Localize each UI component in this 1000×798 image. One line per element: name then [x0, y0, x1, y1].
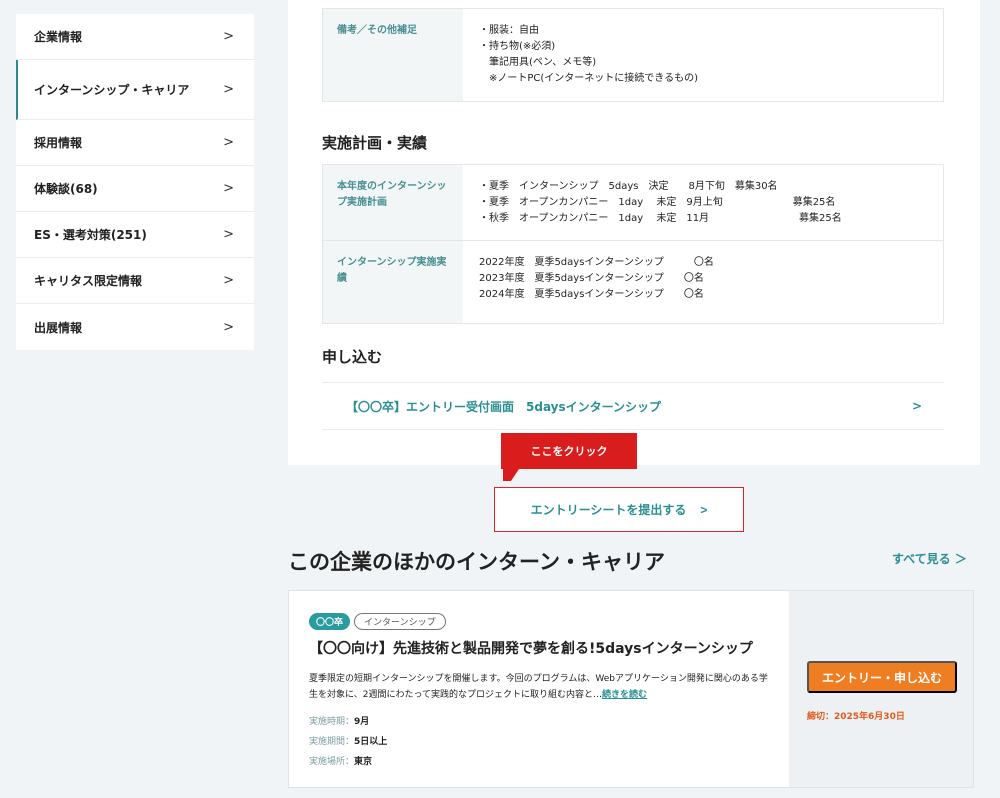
- sidebar-item-label: ES・選考対策(251): [34, 228, 147, 242]
- graduation-year-badge: 〇〇卒: [309, 613, 351, 630]
- apply-section-title: 申し込む: [322, 348, 383, 366]
- plan-table: 本年度のインターンシップ実施計画 ・夏季 インターンシップ 5days 決定 8…: [322, 164, 944, 324]
- card-description-text: 夏季限定の短期インターンシップを開催します。今回のプログラムは、Webアプリケー…: [309, 674, 768, 700]
- meta-value: 9月: [354, 716, 370, 727]
- card-title[interactable]: 【〇〇向け】先進技術と製品開発で夢を創る!5daysインターンシップ: [309, 638, 769, 658]
- chevron-right-icon: >: [223, 319, 234, 335]
- sidebar-item-recruitment[interactable]: 採用情報 >: [16, 120, 254, 166]
- see-all-link[interactable]: すべて見る ＞: [892, 550, 967, 567]
- meta-duration: 実施期間：5日以上: [309, 734, 769, 747]
- sidebar-item-label: キャリタス限定情報: [34, 274, 143, 288]
- plan-row-content: ・夏季 インターンシップ 5days 決定 8月下旬 募集30名 ・夏季 オープ…: [463, 165, 943, 240]
- results-line: 2022年度 夏季5daysインターンシップ 〇名: [479, 257, 714, 268]
- card-action-panel: エントリー・申し込む 締切：2025年6月30日: [789, 591, 973, 787]
- meta-key: 実施場所：: [309, 756, 355, 767]
- chevron-right-icon: >: [223, 135, 234, 150]
- notes-content: ・服装：自由 ・持ち物(※必須) 筆記用具(ペン、メモ等) ※ノートPC(インタ…: [463, 9, 943, 101]
- internship-card: 〇〇卒 インターンシップ 【〇〇向け】先進技術と製品開発で夢を創る!5daysイ…: [288, 590, 974, 788]
- results-row: インターンシップ実施実績 2022年度 夏季5daysインターンシップ 〇名 2…: [323, 241, 943, 323]
- sidebar-item-es-selection[interactable]: ES・選考対策(251) >: [16, 212, 254, 258]
- chevron-right-icon: >: [223, 181, 234, 196]
- results-line: 2024年度 夏季5daysインターンシップ 〇名: [479, 289, 704, 300]
- card-badges: 〇〇卒 インターンシップ: [309, 613, 769, 630]
- entry-page-link[interactable]: 【〇〇卒】エントリー受付画面 5daysインターンシップ >: [322, 382, 944, 430]
- chevron-right-icon: >: [223, 29, 234, 44]
- sidebar-item-company-info[interactable]: 企業情報 >: [16, 14, 254, 60]
- chevron-right-icon: >: [223, 227, 234, 242]
- chevron-right-icon: >: [223, 82, 234, 97]
- sidebar-item-label: 企業情報: [34, 30, 83, 44]
- category-badge: インターンシップ: [354, 613, 446, 630]
- chevron-right-icon: >: [700, 502, 708, 517]
- notes-line: ・服装：自由: [479, 25, 539, 36]
- chevron-right-icon: >: [223, 273, 234, 288]
- chevron-right-icon: >: [911, 399, 922, 413]
- sidebar-item-exclusive-info[interactable]: キャリタス限定情報 >: [16, 258, 254, 304]
- sidebar-item-exhibition[interactable]: 出展情報 >: [16, 304, 254, 350]
- sidebar-item-label: 出展情報: [34, 320, 83, 335]
- plan-section-title: 実施計画・実績: [322, 134, 428, 152]
- submit-entry-sheet-button[interactable]: エントリーシートを提出する >: [494, 487, 744, 532]
- notes-table: 備考／その他補足 ・服装：自由 ・持ち物(※必須) 筆記用具(ペン、メモ等) ※…: [322, 8, 944, 102]
- plan-line: ・秋季 オープンカンパニー 1day 未定 11月 募集25名: [479, 213, 842, 224]
- plan-line: ・夏季 インターンシップ 5days 決定 8月下旬 募集30名: [479, 181, 778, 192]
- other-internships-title: この企業のほかのインターン・キャリア: [288, 550, 665, 574]
- sidebar-item-label: 体験談(68): [34, 182, 98, 196]
- sidebar-item-label: 採用情報: [34, 136, 83, 150]
- meta-value: 5日以上: [354, 736, 388, 747]
- notes-line: ※ノートPC(インターネットに接続できるもの): [479, 73, 698, 84]
- sidebar-nav: 企業情報 > インターンシップ・キャリア > 採用情報 > 体験談(68) > ES・選…: [16, 14, 254, 350]
- submit-entry-sheet-label: エントリーシートを提出する: [530, 503, 687, 517]
- plan-row: 本年度のインターンシップ実施計画 ・夏季 インターンシップ 5days 決定 8…: [323, 165, 943, 241]
- sidebar-item-label: インターンシップ・キャリア: [34, 83, 190, 97]
- meta-location: 実施場所：東京: [309, 754, 769, 767]
- notes-line: ・持ち物(※必須): [479, 41, 556, 52]
- sidebar-item-internship-career[interactable]: インターンシップ・キャリア >: [16, 60, 254, 120]
- card-content: 〇〇卒 インターンシップ 【〇〇向け】先進技術と製品開発で夢を創る!5daysイ…: [289, 591, 789, 787]
- meta-value: 東京: [354, 756, 373, 767]
- meta-period: 実施時期：9月: [309, 714, 769, 727]
- notes-line: 筆記用具(ペン、メモ等): [479, 57, 597, 68]
- entry-apply-button[interactable]: エントリー・申し込む: [807, 661, 957, 693]
- plan-line: ・夏季 オープンカンパニー 1day 未定 9月上旬 募集25名: [479, 197, 836, 208]
- entry-page-link-label: 【〇〇卒】エントリー受付画面 5daysインターンシップ: [346, 399, 662, 414]
- results-row-label: インターンシップ実施実績: [323, 241, 463, 323]
- sidebar-item-experiences[interactable]: 体験談(68) >: [16, 166, 254, 212]
- notes-label: 備考／その他補足: [323, 9, 463, 101]
- results-row-content: 2022年度 夏季5daysインターンシップ 〇名 2023年度 夏季5days…: [463, 241, 943, 323]
- results-line: 2023年度 夏季5daysインターンシップ 〇名: [479, 273, 704, 284]
- meta-key: 実施時期：: [309, 716, 355, 727]
- card-description: 夏季限定の短期インターンシップを開催します。今回のプログラムは、Webアプリケー…: [309, 674, 768, 700]
- meta-key: 実施期間：: [309, 736, 355, 747]
- notes-row: 備考／その他補足 ・服装：自由 ・持ち物(※必須) 筆記用具(ペン、メモ等) ※…: [323, 9, 943, 101]
- read-more-link[interactable]: 続きを読む: [602, 690, 647, 700]
- plan-row-label: 本年度のインターンシップ実施計画: [323, 165, 463, 240]
- detail-panel: 備考／その他補足 ・服装：自由 ・持ち物(※必須) 筆記用具(ペン、メモ等) ※…: [288, 0, 980, 465]
- deadline-text: 締切：2025年6月30日: [807, 712, 905, 722]
- click-here-callout: ここをクリック: [501, 433, 637, 481]
